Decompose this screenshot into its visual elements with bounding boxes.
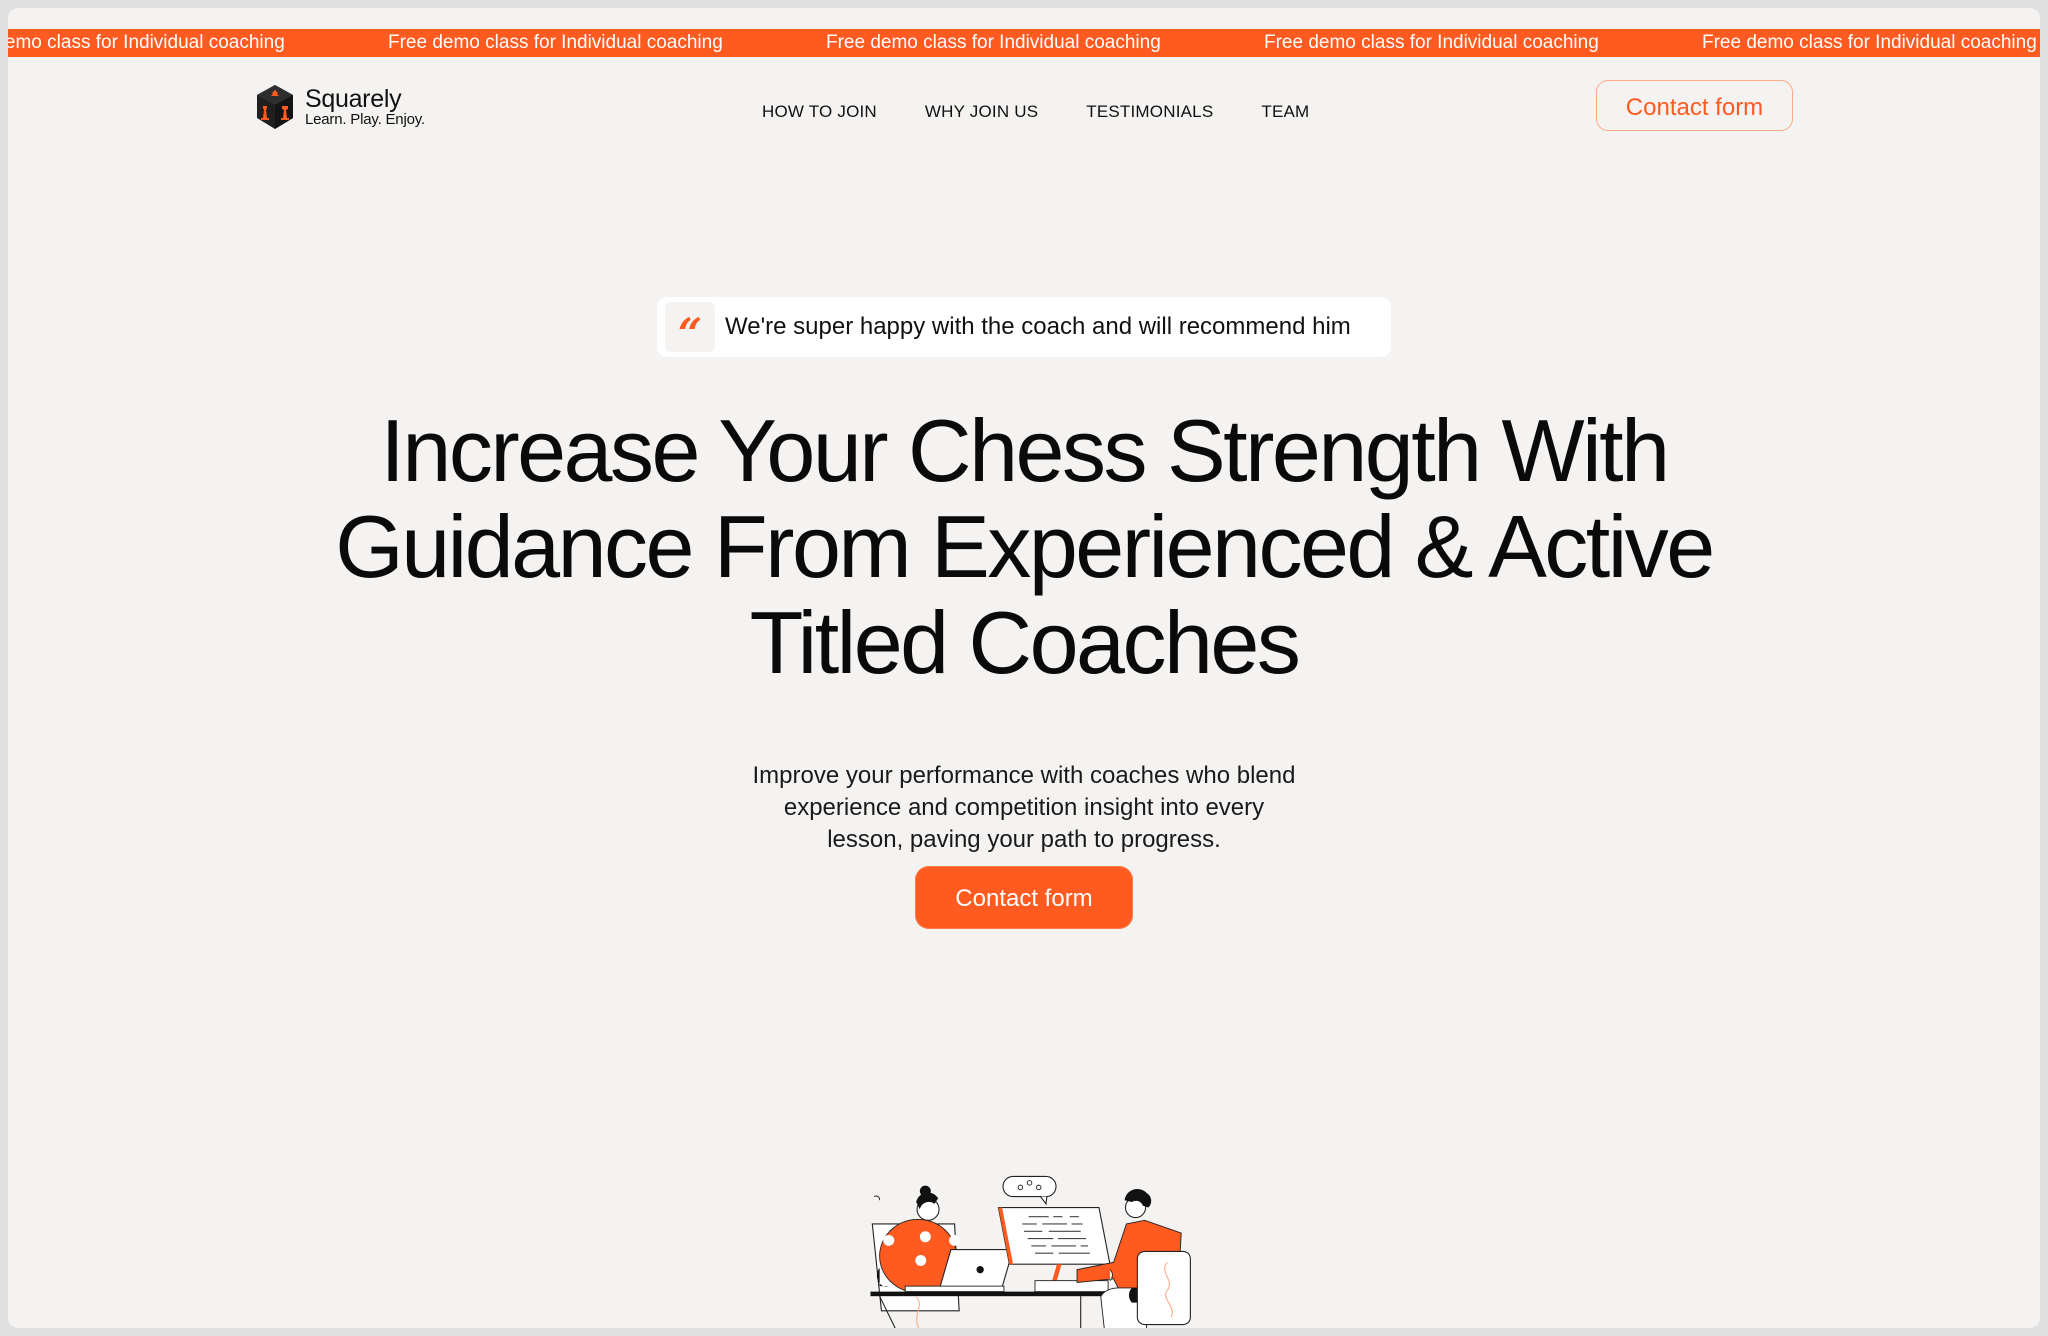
- speech-bubble-icon: [1002, 1175, 1057, 1206]
- chair-icon: [1136, 1250, 1191, 1326]
- nav-link-why-join-us[interactable]: WHY JOIN US: [925, 94, 1038, 130]
- brand-logo-link[interactable]: Squarely Learn. Play. Enjoy.: [255, 84, 425, 130]
- brand-tagline: Learn. Play. Enjoy.: [305, 110, 425, 128]
- ticker-track: Free demo class for Individual coaching …: [8, 29, 2040, 57]
- quote-mark-icon: “: [665, 302, 715, 358]
- headline-line: Increase Your Chess Strength With: [380, 401, 1670, 500]
- ticker-item: Free demo class for Individual coaching: [1264, 32, 1599, 53]
- nav-link-team[interactable]: TEAM: [1261, 94, 1309, 130]
- ticker-item: Free demo class for Individual coaching: [8, 32, 285, 53]
- ticker-item: Free demo class for Individual coaching: [1702, 32, 2037, 53]
- hero-contact-form-button[interactable]: Contact form: [915, 866, 1133, 929]
- hero-subtitle: Improve your performance with coaches wh…: [8, 760, 2040, 856]
- brand-text: Squarely Learn. Play. Enjoy.: [305, 84, 425, 128]
- nav-link-testimonials[interactable]: TESTIMONIALS: [1086, 94, 1213, 130]
- chess-cube-icon: [257, 85, 293, 129]
- main-nav: HOW TO JOIN WHY JOIN US TESTIMONIALS TEA…: [762, 94, 1309, 130]
- headline-line: Titled Coaches: [749, 593, 1301, 692]
- page: Free demo class for Individual coaching …: [8, 8, 2040, 1328]
- ticker-item: Free demo class for Individual coaching: [388, 32, 723, 53]
- subtitle-line: experience and competition insight into …: [783, 794, 1265, 821]
- testimonial-quote-pill: “ We're super happy with the coach and w…: [657, 297, 1391, 358]
- ticker-item: Free demo class for Individual coaching: [826, 32, 1161, 53]
- header-contact-form-button[interactable]: Contact form: [1596, 80, 1793, 131]
- nav-link-how-to-join[interactable]: HOW TO JOIN: [762, 94, 877, 130]
- testimonial-quote-text: We're super happy with the coach and wil…: [725, 313, 1351, 340]
- announcement-ticker[interactable]: Free demo class for Individual coaching …: [8, 29, 2040, 57]
- coaching-session-illustration: [870, 1175, 1191, 1328]
- subtitle-line: Improve your performance with coaches wh…: [752, 762, 1296, 789]
- hero-headline: Increase Your Chess Strength With Guidan…: [8, 403, 2040, 691]
- subtitle-line: lesson, paving your path to progress.: [827, 826, 1221, 853]
- brand-name: Squarely: [305, 84, 402, 113]
- headline-line: Guidance From Experienced & Active: [335, 497, 1715, 596]
